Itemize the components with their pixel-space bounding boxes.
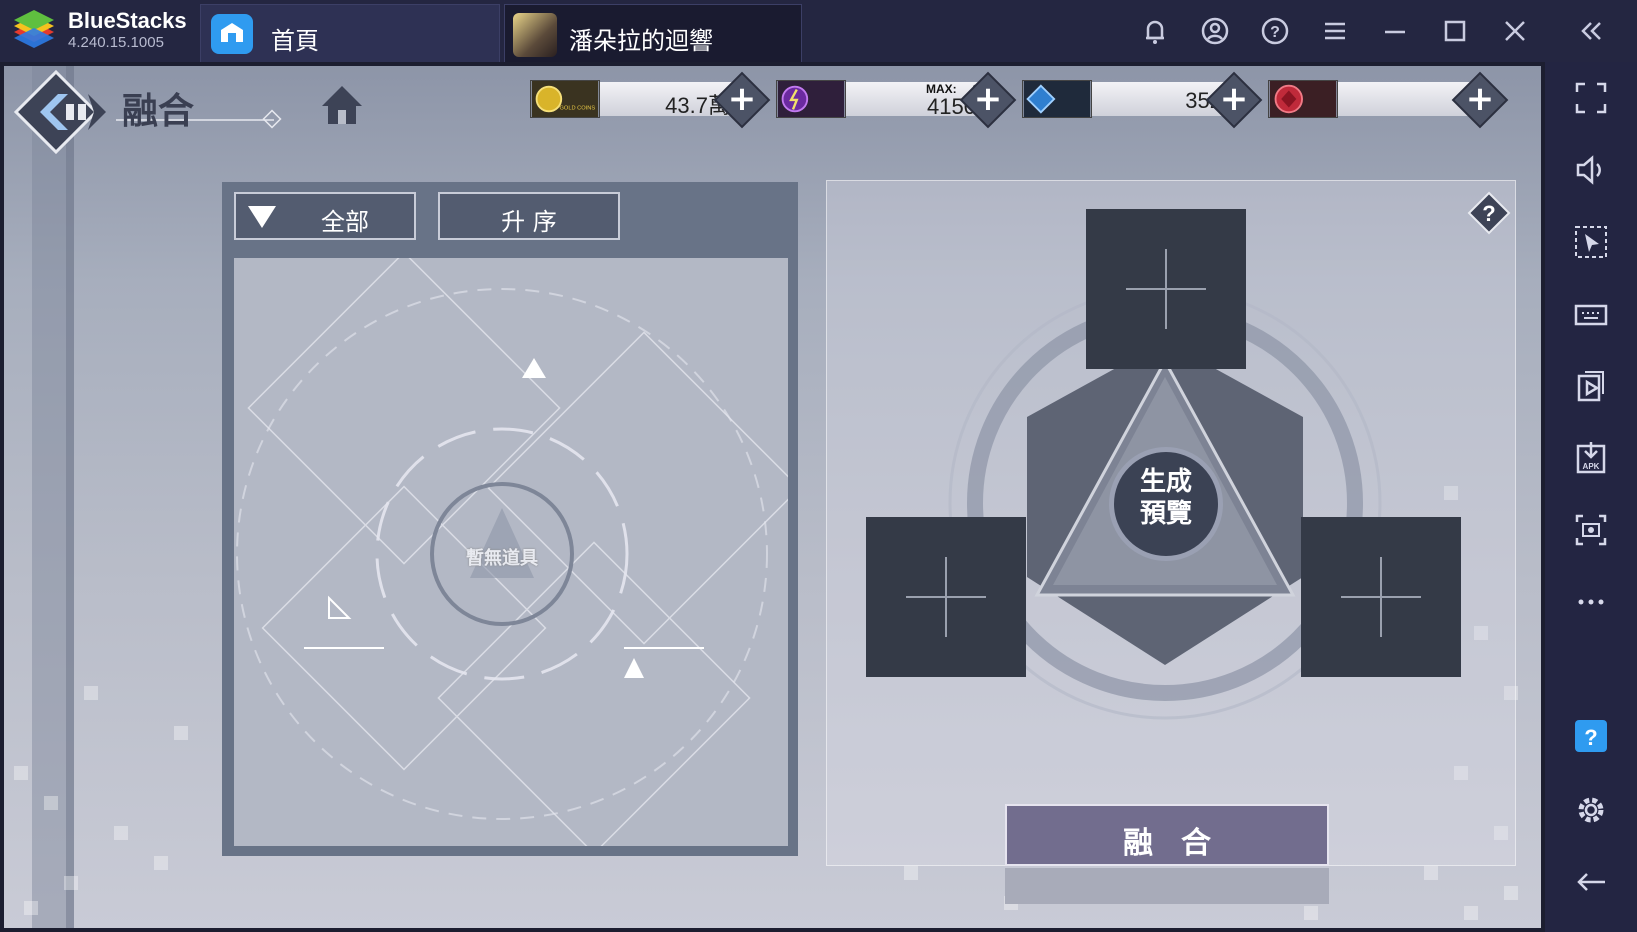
- install-apk-icon[interactable]: APK: [1573, 440, 1609, 476]
- minimize-icon[interactable]: [1378, 14, 1412, 48]
- add-icon: [1341, 557, 1421, 637]
- item-list-panel: 全部 升 序 暫無道具: [222, 182, 798, 856]
- fusion-slot-left[interactable]: [866, 517, 1026, 677]
- screenshot-icon[interactable]: [1573, 512, 1609, 548]
- add-icon: [906, 557, 986, 637]
- blue-diamond-icon: [1022, 80, 1092, 118]
- tab-home-label: 首頁: [271, 27, 319, 55]
- back-icon[interactable]: [1573, 864, 1609, 900]
- sort-ascending-label: 升 序: [501, 208, 557, 236]
- add-gold-button[interactable]: +: [713, 71, 771, 129]
- red-diamond-icon: [1268, 80, 1338, 118]
- page-title: 融合: [122, 91, 195, 132]
- filter-all-button[interactable]: 全部: [234, 192, 416, 240]
- fusion-slot-right[interactable]: [1301, 517, 1461, 677]
- fusion-button[interactable]: 融合: [1005, 804, 1329, 866]
- help-icon[interactable]: ?: [1573, 718, 1609, 754]
- back-button[interactable]: [12, 68, 122, 158]
- window-titlebar: BlueStacks 4.240.15.1005 首頁 潘朵拉的迴響 ?: [0, 0, 1637, 62]
- help-icon[interactable]: ?: [1258, 14, 1292, 48]
- home-icon: [322, 86, 362, 124]
- help-button[interactable]: ?: [1467, 191, 1511, 235]
- home-button[interactable]: [318, 82, 366, 130]
- svg-text:?: ?: [1270, 24, 1280, 41]
- collapse-sidebar-icon[interactable]: [1574, 14, 1608, 48]
- game-icon: [513, 13, 557, 57]
- sort-ascending-button[interactable]: 升 序: [438, 192, 620, 240]
- stamina-icon: [776, 80, 846, 118]
- fusion-panel: 生成 預覽 ? 融合: [826, 180, 1516, 904]
- generate-preview-label: 生成 預覽: [1139, 467, 1192, 529]
- svg-text:APK: APK: [1583, 462, 1600, 471]
- tab-game[interactable]: 潘朵拉的迴響: [504, 4, 802, 62]
- item-list-area: 暫無道具: [234, 258, 788, 846]
- close-icon[interactable]: [1498, 14, 1532, 48]
- add-stamina-button[interactable]: +: [959, 71, 1017, 129]
- emulator-sidebar: APK ?: [1545, 62, 1637, 932]
- generate-preview-button[interactable]: 生成 預覽: [1109, 447, 1223, 561]
- tab-game-label: 潘朵拉的迴響: [569, 27, 713, 55]
- gold-coins-icon: GOLD COINS: [530, 80, 600, 118]
- add-icon: [1126, 249, 1206, 329]
- pointer-select-icon[interactable]: [1573, 224, 1609, 260]
- brand-name: BlueStacks: [68, 8, 187, 33]
- fusion-button-label: 融合: [1123, 826, 1239, 861]
- svg-text:?: ?: [1584, 725, 1597, 750]
- add-red-diamonds-button[interactable]: +: [1451, 71, 1509, 129]
- game-viewport[interactable]: 融合 GOLD COINS 43.7萬 + MAX: 1180 4150 +: [0, 62, 1545, 932]
- empty-message: 暫無道具: [466, 548, 538, 569]
- add-blue-diamonds-button[interactable]: +: [1205, 71, 1263, 129]
- volume-icon[interactable]: [1573, 152, 1609, 188]
- fullscreen-icon[interactable]: [1573, 80, 1609, 116]
- fusion-button-shadow: [1005, 868, 1329, 904]
- bluestacks-logo-icon: [14, 10, 54, 48]
- filter-all-label: 全部: [321, 208, 369, 236]
- svg-text:GOLD COINS: GOLD COINS: [560, 105, 596, 111]
- brand-version: 4.240.15.1005: [68, 34, 164, 51]
- account-icon[interactable]: [1198, 14, 1232, 48]
- multi-instance-icon[interactable]: [1573, 368, 1609, 404]
- home-app-icon: [211, 14, 253, 54]
- keyboard-icon[interactable]: [1573, 296, 1609, 332]
- more-icon[interactable]: [1573, 584, 1609, 620]
- maximize-icon[interactable]: [1438, 14, 1472, 48]
- svg-text:?: ?: [1482, 201, 1495, 226]
- tab-home[interactable]: 首頁: [200, 4, 500, 62]
- bell-icon[interactable]: [1138, 14, 1172, 48]
- settings-icon[interactable]: [1573, 792, 1609, 828]
- fusion-slot-top[interactable]: [1086, 209, 1246, 369]
- menu-icon[interactable]: [1318, 14, 1352, 48]
